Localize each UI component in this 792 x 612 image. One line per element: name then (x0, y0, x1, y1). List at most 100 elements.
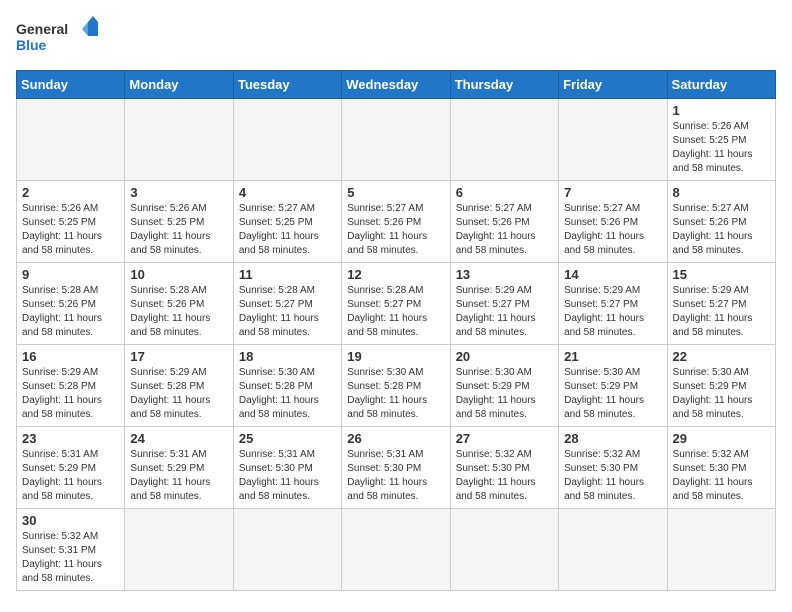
day-cell-23: 23Sunrise: 5:31 AM Sunset: 5:29 PM Dayli… (17, 427, 125, 509)
day-number: 21 (564, 349, 661, 364)
day-cell-8: 8 Sunrise: 5:27 AM Sunset: 5:26 PM Daylig… (667, 181, 775, 263)
day-number: 18 (239, 349, 336, 364)
day-number: 1 (673, 103, 770, 118)
empty-cell (17, 99, 125, 181)
day-info: Sunrise: 5:28 AM Sunset: 5:27 PM Dayligh… (239, 284, 336, 340)
day-number: 20 (456, 349, 553, 364)
day-info: Sunrise: 5:31 AM Sunset: 5:29 PM Dayligh… (22, 448, 119, 504)
day-info: Sunrise: 5:27 AM Sunset: 5:26 PM Dayligh… (564, 202, 661, 258)
empty-cell (667, 509, 775, 591)
day-number: 30 (22, 513, 119, 528)
day-cell-19: 19 Sunrise: 5:30 AM Sunset: 5:28 PM Dayli… (342, 345, 450, 427)
empty-cell (125, 509, 233, 591)
day-info: Sunrise: 5:30 AM Sunset: 5:28 PM Dayligh… (239, 366, 336, 422)
empty-cell (559, 509, 667, 591)
empty-cell (342, 99, 450, 181)
weekday-header-tuesday: Tuesday (233, 71, 341, 99)
day-info: Sunrise: 5:29 AM Sunset: 5:28 PM Dayligh… (130, 366, 227, 422)
day-cell-4: 4Sunrise: 5:27 AM Sunset: 5:25 PM Daylig… (233, 181, 341, 263)
day-cell-18: 18 Sunrise: 5:30 AM Sunset: 5:28 PM Dayli… (233, 345, 341, 427)
day-number: 14 (564, 267, 661, 282)
day-info: Sunrise: 5:32 AM Sunset: 5:30 PM Dayligh… (564, 448, 661, 504)
day-info: Sunrise: 5:29 AM Sunset: 5:28 PM Dayligh… (22, 366, 119, 422)
day-info: Sunrise: 5:31 AM Sunset: 5:30 PM Dayligh… (239, 448, 336, 504)
day-number: 24 (130, 431, 227, 446)
day-number: 16 (22, 349, 119, 364)
day-info: Sunrise: 5:29 AM Sunset: 5:27 PM Dayligh… (673, 284, 770, 340)
empty-cell (450, 99, 558, 181)
day-info: Sunrise: 5:28 AM Sunset: 5:26 PM Dayligh… (130, 284, 227, 340)
calendar-row-0: 1 Sunrise: 5:26 AM Sunset: 5:25 PM Daylig… (17, 99, 776, 181)
empty-cell (450, 509, 558, 591)
day-number: 29 (673, 431, 770, 446)
weekday-header-monday: Monday (125, 71, 233, 99)
day-info: Sunrise: 5:32 AM Sunset: 5:31 PM Dayligh… (22, 530, 119, 586)
empty-cell (559, 99, 667, 181)
day-cell-3: 3 Sunrise: 5:26 AM Sunset: 5:25 PM Daylig… (125, 181, 233, 263)
day-cell-30: 30 Sunrise: 5:32 AM Sunset: 5:31 PM Dayli… (17, 509, 125, 591)
day-cell-7: 7 Sunrise: 5:27 AM Sunset: 5:26 PM Daylig… (559, 181, 667, 263)
day-number: 13 (456, 267, 553, 282)
day-number: 7 (564, 185, 661, 200)
weekday-header-sunday: Sunday (17, 71, 125, 99)
day-number: 27 (456, 431, 553, 446)
day-cell-15: 15Sunrise: 5:29 AM Sunset: 5:27 PM Dayli… (667, 263, 775, 345)
empty-cell (342, 509, 450, 591)
day-info: Sunrise: 5:31 AM Sunset: 5:29 PM Dayligh… (130, 448, 227, 504)
day-cell-9: 9 Sunrise: 5:28 AM Sunset: 5:26 PM Daylig… (17, 263, 125, 345)
calendar-row-3: 16 Sunrise: 5:29 AM Sunset: 5:28 PM Dayli… (17, 345, 776, 427)
day-number: 10 (130, 267, 227, 282)
day-cell-2: 2 Sunrise: 5:26 AM Sunset: 5:25 PM Daylig… (17, 181, 125, 263)
day-number: 11 (239, 267, 336, 282)
day-number: 26 (347, 431, 444, 446)
calendar-row-5: 30 Sunrise: 5:32 AM Sunset: 5:31 PM Dayli… (17, 509, 776, 591)
day-info: Sunrise: 5:26 AM Sunset: 5:25 PM Dayligh… (22, 202, 119, 258)
day-number: 4 (239, 185, 336, 200)
day-info: Sunrise: 5:26 AM Sunset: 5:25 PM Dayligh… (673, 120, 770, 176)
day-cell-27: 27Sunrise: 5:32 AM Sunset: 5:30 PM Dayli… (450, 427, 558, 509)
empty-cell (125, 99, 233, 181)
day-info: Sunrise: 5:30 AM Sunset: 5:28 PM Dayligh… (347, 366, 444, 422)
day-info: Sunrise: 5:27 AM Sunset: 5:26 PM Dayligh… (456, 202, 553, 258)
day-cell-6: 6 Sunrise: 5:27 AM Sunset: 5:26 PM Daylig… (450, 181, 558, 263)
day-number: 6 (456, 185, 553, 200)
day-cell-1: 1 Sunrise: 5:26 AM Sunset: 5:25 PM Daylig… (667, 99, 775, 181)
day-cell-13: 13Sunrise: 5:29 AM Sunset: 5:27 PM Dayli… (450, 263, 558, 345)
weekday-header-row: SundayMondayTuesdayWednesdayThursdayFrid… (17, 71, 776, 99)
day-number: 3 (130, 185, 227, 200)
day-number: 22 (673, 349, 770, 364)
day-number: 2 (22, 185, 119, 200)
day-cell-16: 16 Sunrise: 5:29 AM Sunset: 5:28 PM Dayli… (17, 345, 125, 427)
empty-cell (233, 99, 341, 181)
day-info: Sunrise: 5:30 AM Sunset: 5:29 PM Dayligh… (673, 366, 770, 422)
svg-text:Blue: Blue (16, 37, 47, 53)
empty-cell (233, 509, 341, 591)
day-number: 17 (130, 349, 227, 364)
day-number: 25 (239, 431, 336, 446)
day-number: 28 (564, 431, 661, 446)
calendar-row-2: 9 Sunrise: 5:28 AM Sunset: 5:26 PM Daylig… (17, 263, 776, 345)
day-cell-12: 12 Sunrise: 5:28 AM Sunset: 5:27 PM Dayli… (342, 263, 450, 345)
general-blue-logo: General Blue (16, 16, 106, 60)
day-cell-29: 29Sunrise: 5:32 AM Sunset: 5:30 PM Dayli… (667, 427, 775, 509)
svg-text:General: General (16, 21, 68, 37)
day-cell-14: 14Sunrise: 5:29 AM Sunset: 5:27 PM Dayli… (559, 263, 667, 345)
day-info: Sunrise: 5:27 AM Sunset: 5:26 PM Dayligh… (673, 202, 770, 258)
day-number: 8 (673, 185, 770, 200)
weekday-header-wednesday: Wednesday (342, 71, 450, 99)
day-cell-5: 5Sunrise: 5:27 AM Sunset: 5:26 PM Daylig… (342, 181, 450, 263)
day-info: Sunrise: 5:28 AM Sunset: 5:26 PM Dayligh… (22, 284, 119, 340)
day-info: Sunrise: 5:30 AM Sunset: 5:29 PM Dayligh… (564, 366, 661, 422)
logo: General Blue (16, 16, 106, 60)
day-number: 12 (347, 267, 444, 282)
day-number: 9 (22, 267, 119, 282)
page-header: General Blue (16, 16, 776, 60)
day-cell-22: 22 Sunrise: 5:30 AM Sunset: 5:29 PM Dayli… (667, 345, 775, 427)
day-cell-25: 25 Sunrise: 5:31 AM Sunset: 5:30 PM Dayli… (233, 427, 341, 509)
day-info: Sunrise: 5:26 AM Sunset: 5:25 PM Dayligh… (130, 202, 227, 258)
weekday-header-thursday: Thursday (450, 71, 558, 99)
weekday-header-friday: Friday (559, 71, 667, 99)
day-number: 19 (347, 349, 444, 364)
day-cell-28: 28 Sunrise: 5:32 AM Sunset: 5:30 PM Dayli… (559, 427, 667, 509)
day-info: Sunrise: 5:28 AM Sunset: 5:27 PM Dayligh… (347, 284, 444, 340)
